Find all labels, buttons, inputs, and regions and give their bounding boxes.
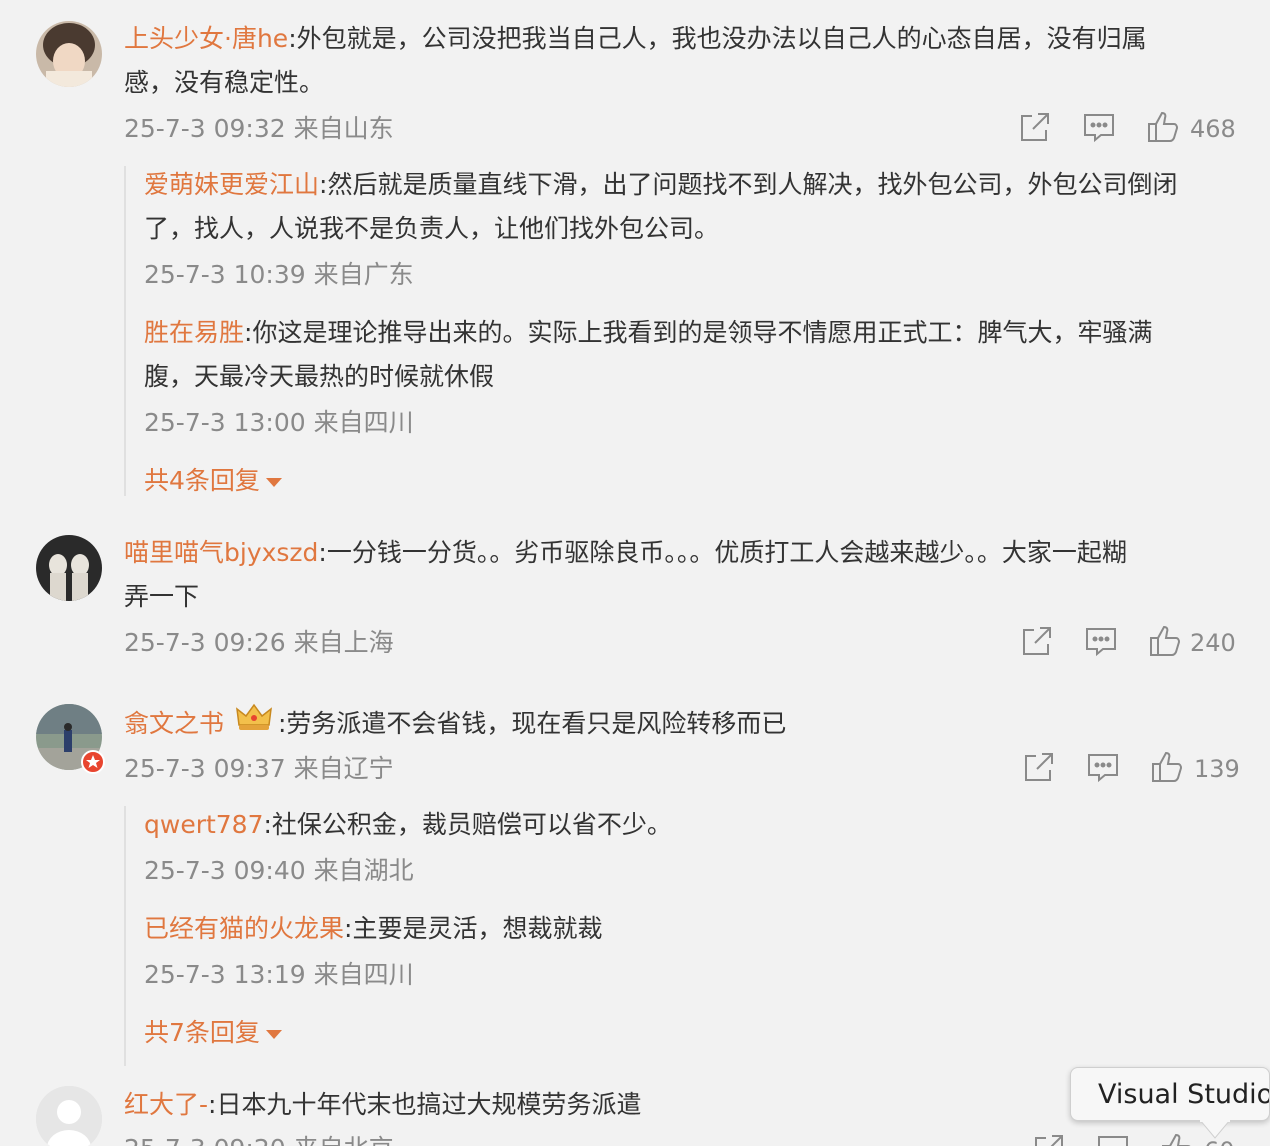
comment-icon[interactable]	[1086, 750, 1120, 788]
avatar[interactable]	[36, 21, 102, 87]
comment-actions: 468	[1016, 110, 1246, 150]
comment-actions: 240	[1018, 624, 1248, 664]
reply-meta: 25-7-3 09:40 来自湖北	[144, 856, 414, 885]
username-link[interactable]: 上头少女·唐he	[124, 24, 288, 53]
like-icon[interactable]	[1160, 1132, 1194, 1146]
reply-text: 已经有猫的火龙果:主要是灵活，想裁就裁	[144, 914, 603, 943]
username-link[interactable]: 爱萌妹更爱江山	[144, 170, 319, 199]
comment-meta: 25-7-3 09:20 来自北京	[124, 1132, 394, 1146]
reply-meta: 25-7-3 10:39 来自广东	[144, 260, 414, 289]
username-link[interactable]: 胜在易胜	[144, 318, 244, 347]
like-count: 139	[1194, 755, 1240, 783]
comment-meta: 25-7-3 09:32 来自山东	[124, 114, 394, 143]
comment-text-line2: 感，没有稳定性。	[124, 68, 325, 97]
reply-text: 胜在易胜:你这是理论推导出来的。实际上我看到的是领导不情愿用正式工：脾气大，牢骚…	[144, 318, 1153, 347]
comment-text: 喵里喵气bjyxszd:一分钱一分货。。劣币驱除良币。。。优质打工人会越来越少。…	[124, 538, 1127, 567]
comment-text: 红大了-:日本九十年代末也搞过大规模劳务派遣	[124, 1090, 642, 1119]
caret-down-icon	[265, 477, 282, 487]
comment-meta: 25-7-3 09:26 来自上海	[124, 628, 394, 657]
tooltip-pointer	[1200, 1120, 1230, 1139]
comment-meta: 25-7-3 09:37 来自辽宁	[124, 754, 394, 783]
username-link[interactable]: 已经有猫的火龙果	[144, 914, 344, 943]
share-icon[interactable]	[1022, 750, 1056, 788]
share-icon[interactable]	[1020, 624, 1054, 662]
comment-icon[interactable]	[1082, 110, 1116, 148]
username-link[interactable]: 红大了-	[124, 1090, 208, 1119]
comment: 喵里喵气bjyxszd:一分钱一分货。。劣币驱除良币。。。优质打工人会越来越少。…	[0, 518, 1270, 678]
reply-text-line2: 腹，天最冷天最热的时候就休假	[144, 362, 495, 391]
share-icon[interactable]	[1018, 110, 1052, 148]
vip-badge-icon	[81, 750, 105, 778]
username-link[interactable]: 翕文之书	[124, 709, 224, 738]
comment-text: 翕文之书 :劳务派遣不会省钱，现在看只是风险转移而已	[124, 701, 786, 749]
like-icon[interactable]	[1148, 624, 1182, 662]
comment: 翕文之书 :劳务派遣不会省钱，现在看只是风险转移而已 25-7-3 09:37 …	[0, 688, 1270, 1068]
reply-meta: 25-7-3 13:19 来自四川	[144, 960, 414, 989]
comment-actions: 139	[1020, 750, 1250, 790]
avatar[interactable]	[36, 535, 102, 601]
reply-meta: 25-7-3 13:00 来自四川	[144, 408, 414, 437]
reply-text: qwert787:社保公积金，裁员赔偿可以省不少。	[144, 810, 672, 839]
like-count: 468	[1190, 115, 1236, 143]
comment: 上头少女·唐he:外包就是，公司没把我当自己人，我也没办法以自己人的心态自居，没…	[0, 0, 1270, 510]
comment-icon[interactable]	[1084, 624, 1118, 662]
comment-text: 上头少女·唐he:外包就是，公司没把我当自己人，我也没办法以自己人的心态自居，没…	[124, 24, 1147, 53]
like-count: 240	[1190, 629, 1236, 657]
more-replies-link[interactable]: 共4条回复	[144, 464, 282, 498]
crown-icon	[235, 701, 272, 745]
reply-block: qwert787:社保公积金，裁员赔偿可以省不少。 25-7-3 09:40 来…	[124, 806, 1256, 1066]
reply-text: 爱萌妹更爱江山:然后就是质量直线下滑，出了问题找不到人解决，找外包公司，外包公司…	[144, 170, 1178, 199]
avatar[interactable]	[36, 1086, 102, 1146]
caret-down-icon	[265, 1029, 282, 1039]
more-replies-link[interactable]: 共7条回复	[144, 1016, 282, 1050]
username-link[interactable]: 喵里喵气bjyxszd	[124, 538, 318, 567]
like-icon[interactable]	[1150, 750, 1184, 788]
comment-icon[interactable]	[1096, 1132, 1130, 1146]
like-icon[interactable]	[1146, 110, 1180, 148]
app-tooltip: Visual Studio	[1070, 1067, 1270, 1121]
comment-text-line2: 弄一下	[124, 582, 200, 611]
reply-text-line2: 了，找人，人说我不是负责人，让他们找外包公司。	[144, 214, 720, 243]
reply-block: 爱萌妹更爱江山:然后就是质量直线下滑，出了问题找不到人解决，找外包公司，外包公司…	[124, 166, 1256, 496]
share-icon[interactable]	[1032, 1132, 1066, 1146]
username-link[interactable]: qwert787	[144, 810, 264, 839]
